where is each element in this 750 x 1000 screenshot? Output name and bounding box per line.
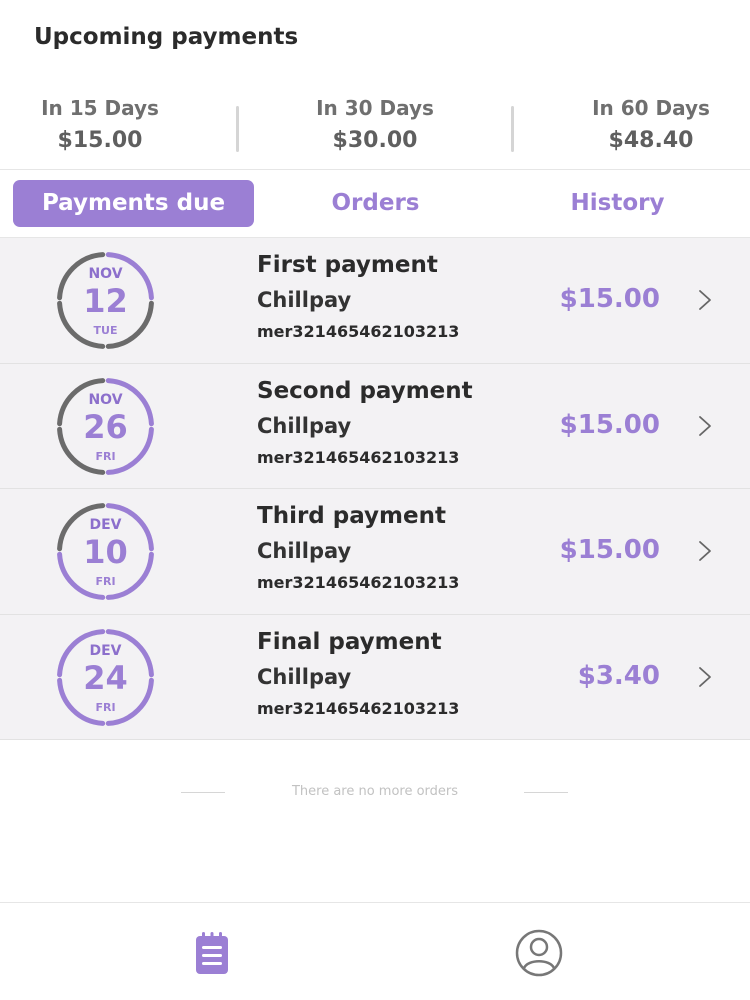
tab-orders[interactable]: Orders [255, 180, 496, 227]
nav-profile[interactable] [513, 927, 565, 979]
tab-history[interactable]: History [497, 180, 738, 227]
user-circle-icon [515, 929, 563, 977]
due-weekday: FRI [95, 575, 116, 588]
summary-divider [511, 106, 514, 152]
payment-amount: $3.40 [577, 660, 660, 691]
payment-row[interactable]: NOV 12 TUE First payment Chillpay mer321… [0, 238, 750, 364]
summary-30-days: In 30 Days $30.00 [275, 96, 475, 153]
summary-15-days: In 15 Days $15.00 [0, 96, 200, 153]
payment-info: Second payment Chillpay mer3214654621032… [257, 378, 473, 467]
bottom-nav [0, 902, 750, 1000]
payment-merchant: Chillpay [257, 288, 352, 312]
payment-merchant: Chillpay [257, 664, 352, 689]
payment-amount: $15.00 [559, 284, 660, 314]
payment-title: First payment [257, 252, 438, 278]
payment-merchant: Chillpay [257, 413, 352, 438]
tab-payments-due[interactable]: Payments due [13, 180, 254, 227]
due-day: 10 [83, 533, 128, 571]
summary-label: In 30 Days [316, 96, 434, 120]
tab-bar: Payments due Orders History [0, 170, 750, 238]
summary-amount: $15.00 [57, 128, 143, 153]
due-month: DEV [89, 517, 122, 533]
payment-title: Third payment [257, 503, 446, 529]
due-date-dial: DEV 24 FRI [55, 627, 156, 728]
payment-info: First payment Chillpay mer32146546210321… [257, 252, 459, 341]
due-day: 12 [83, 282, 128, 320]
due-month: NOV [88, 266, 123, 282]
summary-amount: $48.40 [608, 128, 694, 153]
nav-payments[interactable] [186, 927, 238, 979]
payments-list: NOV 12 TUE First payment Chillpay mer321… [0, 238, 750, 740]
due-date-dial: NOV 12 TUE [55, 250, 156, 351]
summary-amount: $30.00 [332, 128, 418, 153]
list-end-text: There are no more orders [291, 784, 459, 799]
page-title: Upcoming payments [34, 24, 299, 50]
due-weekday: FRI [95, 449, 116, 463]
payment-info: Third payment Chillpay mer32146546210321… [257, 503, 459, 592]
payment-info: Final payment Chillpay mer32146546210321… [257, 629, 459, 718]
payment-row[interactable]: DEV 10 FRI Third payment Chillpay mer321… [0, 489, 750, 615]
payment-reference: mer321465462103213 [257, 447, 460, 467]
payment-title: Final payment [257, 628, 442, 655]
due-month: DEV [89, 642, 122, 659]
payment-reference: mer321465462103213 [257, 698, 460, 718]
chevron-right-icon[interactable] [695, 288, 715, 312]
due-day: 24 [83, 658, 128, 697]
summary-divider [236, 106, 239, 152]
payment-amount: $15.00 [559, 535, 660, 565]
payment-row[interactable]: DEV 24 FRI Final payment Chillpay mer321… [0, 614, 750, 740]
summary-label: In 15 Days [41, 96, 159, 120]
due-weekday: FRI [95, 700, 116, 714]
payment-reference: mer321465462103213 [257, 322, 460, 341]
chevron-right-icon[interactable] [695, 539, 715, 563]
summary-60-days: In 60 Days $48.40 [551, 96, 750, 153]
divider-line [524, 792, 568, 793]
due-weekday: TUE [93, 324, 118, 337]
payment-amount: $15.00 [559, 409, 660, 440]
due-day: 26 [83, 407, 128, 446]
summary-label: In 60 Days [592, 96, 710, 120]
payment-merchant: Chillpay [257, 539, 352, 563]
clipboard-list-icon [196, 932, 228, 974]
due-date-dial: NOV 26 FRI [55, 376, 156, 477]
payment-reference: mer321465462103213 [257, 573, 460, 592]
chevron-right-icon[interactable] [695, 665, 715, 689]
due-date-dial: DEV 10 FRI [55, 501, 156, 602]
due-month: NOV [88, 391, 123, 408]
payment-summary: In 15 Days $15.00 In 30 Days $30.00 In 6… [0, 92, 750, 170]
payment-title: Second payment [257, 377, 473, 404]
list-end-note: There are no more orders [0, 784, 750, 804]
chevron-right-icon[interactable] [695, 414, 715, 438]
payment-row[interactable]: NOV 26 FRI Second payment Chillpay mer32… [0, 363, 750, 489]
